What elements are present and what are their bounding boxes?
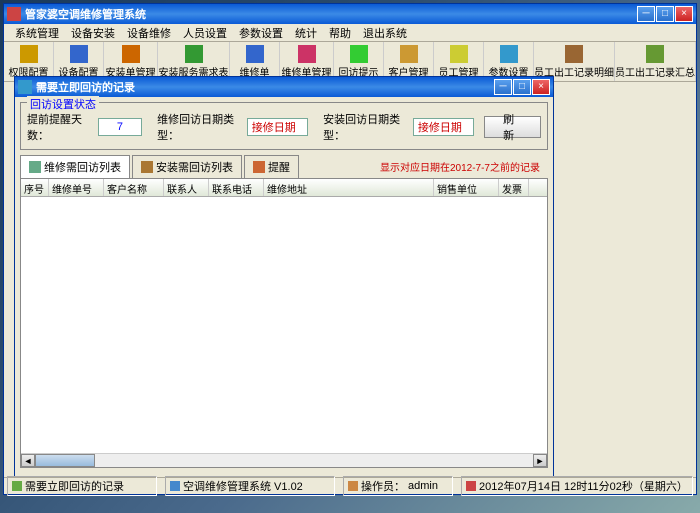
menu-item[interactable]: 参数设置 <box>233 25 289 41</box>
toolbar-icon <box>298 45 316 63</box>
column-header[interactable]: 发票 <box>499 179 529 196</box>
scroll-thumb[interactable] <box>35 454 95 467</box>
child-maximize-button[interactable]: □ <box>513 79 531 95</box>
menu-item[interactable]: 系统管理 <box>9 25 65 41</box>
column-header[interactable]: 客户名称 <box>104 179 164 196</box>
scroll-right-icon[interactable]: ► <box>533 454 547 467</box>
status-version: 空调维修管理系统 V1.02 <box>183 478 303 494</box>
toolbar-icon <box>122 45 140 63</box>
toolbar-icon <box>565 45 583 63</box>
settings-groupbox: 回访设置状态 提前提醒天数： 7 维修回访日期类型： 接修日期 安装回访日期类型… <box>20 102 548 150</box>
toolbar-icon <box>20 45 38 63</box>
install-type-label: 安装回访日期类型： <box>323 111 408 143</box>
repair-type-label: 维修回访日期类型： <box>157 111 242 143</box>
days-field[interactable]: 7 <box>98 118 142 136</box>
main-titlebar: 管家婆空调维修管理系统 ─ □ × <box>4 4 696 24</box>
column-header[interactable]: 维修单号 <box>49 179 104 196</box>
menu-item[interactable]: 设备维修 <box>121 25 177 41</box>
toolbar-icon <box>185 45 203 63</box>
status-module: 需要立即回访的记录 <box>25 478 124 494</box>
toolbar-button[interactable]: 员工出工记录汇总 <box>615 42 696 81</box>
menu-item[interactable]: 设备安装 <box>65 25 121 41</box>
data-grid[interactable]: 序号维修单号客户名称联系人联系电话维修地址销售单位发票 ◄ ► <box>20 178 548 468</box>
groupbox-legend: 回访设置状态 <box>27 96 99 112</box>
child-icon <box>18 80 32 94</box>
clock-icon <box>466 481 476 491</box>
menubar: 系统管理设备安装设备维修人员设置参数设置统计帮助退出系统 <box>4 24 696 42</box>
tab-remind[interactable]: 提醒 <box>244 155 299 178</box>
column-header[interactable]: 序号 <box>21 179 49 196</box>
status-datetime: 2012年07月14日 12时11分02秒（星期六） <box>479 478 688 494</box>
menu-item[interactable]: 退出系统 <box>357 25 413 41</box>
tab-icon <box>141 161 153 173</box>
tab-icon <box>253 161 265 173</box>
child-titlebar: 需要立即回访的记录 ─ □ × <box>15 77 553 97</box>
repair-type-field[interactable]: 接修日期 <box>247 118 308 136</box>
column-header[interactable]: 维修地址 <box>264 179 434 196</box>
toolbar-icon <box>400 45 418 63</box>
statusbar: 需要立即回访的记录 空调维修管理系统 V1.02 操作员：admin 2012年… <box>4 477 696 494</box>
close-button[interactable]: × <box>675 6 693 22</box>
status-operator-label: 操作员： <box>361 478 405 494</box>
child-title: 需要立即回访的记录 <box>36 79 494 95</box>
minimize-button[interactable]: ─ <box>637 6 655 22</box>
tabstrip: 维修需回访列表 安装需回访列表 提醒 显示对应日期在2012-7-7之前的记录 <box>20 155 548 178</box>
status-operator: admin <box>408 480 438 492</box>
tab-repair-list[interactable]: 维修需回访列表 <box>20 155 130 178</box>
toolbar-icon <box>70 45 88 63</box>
grid-header: 序号维修单号客户名称联系人联系电话维修地址销售单位发票 <box>21 179 547 197</box>
toolbar-icon <box>646 45 664 63</box>
refresh-button[interactable]: 刷新 <box>484 116 541 138</box>
days-label: 提前提醒天数： <box>27 111 93 143</box>
horizontal-scrollbar[interactable]: ◄ ► <box>21 453 547 467</box>
book-icon <box>12 481 22 491</box>
app-icon <box>7 7 21 21</box>
child-window: 需要立即回访的记录 ─ □ × 回访设置状态 提前提醒天数： 7 维修回访日期类… <box>14 76 554 486</box>
toolbar-icon <box>450 45 468 63</box>
user-icon <box>348 481 358 491</box>
toolbar-icon <box>500 45 518 63</box>
main-title: 管家婆空调维修管理系统 <box>25 6 637 22</box>
main-window: 管家婆空调维修管理系统 ─ □ × 系统管理设备安装设备维修人员设置参数设置统计… <box>3 3 697 495</box>
column-header[interactable]: 联系电话 <box>209 179 264 196</box>
child-close-button[interactable]: × <box>532 79 550 95</box>
maximize-button[interactable]: □ <box>656 6 674 22</box>
menu-item[interactable]: 帮助 <box>323 25 357 41</box>
column-header[interactable]: 联系人 <box>164 179 209 196</box>
menu-item[interactable]: 统计 <box>289 25 323 41</box>
date-hint: 显示对应日期在2012-7-7之前的记录 <box>380 159 540 174</box>
scroll-left-icon[interactable]: ◄ <box>21 454 35 467</box>
grid-body <box>21 197 547 453</box>
tab-icon <box>29 161 41 173</box>
toolbar-icon <box>246 45 264 63</box>
install-type-field[interactable]: 接修日期 <box>413 118 474 136</box>
column-header[interactable]: 销售单位 <box>434 179 499 196</box>
menu-item[interactable]: 人员设置 <box>177 25 233 41</box>
child-minimize-button[interactable]: ─ <box>494 79 512 95</box>
scroll-track[interactable] <box>95 454 533 467</box>
monitor-icon <box>170 481 180 491</box>
tab-install-list[interactable]: 安装需回访列表 <box>132 155 242 178</box>
toolbar-icon <box>350 45 368 63</box>
